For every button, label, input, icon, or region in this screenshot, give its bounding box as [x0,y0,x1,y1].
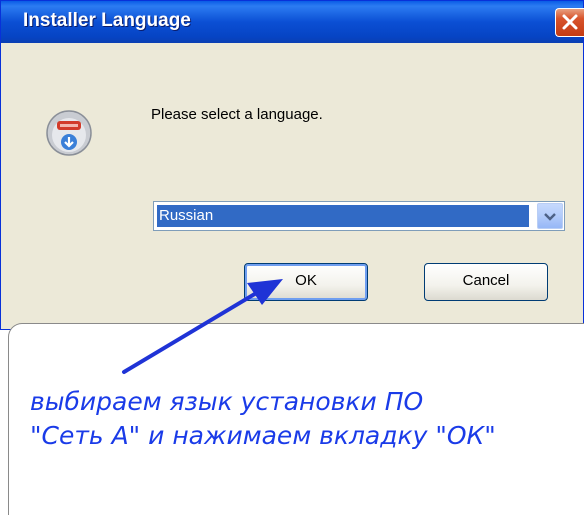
arrow-icon [122,279,283,374]
